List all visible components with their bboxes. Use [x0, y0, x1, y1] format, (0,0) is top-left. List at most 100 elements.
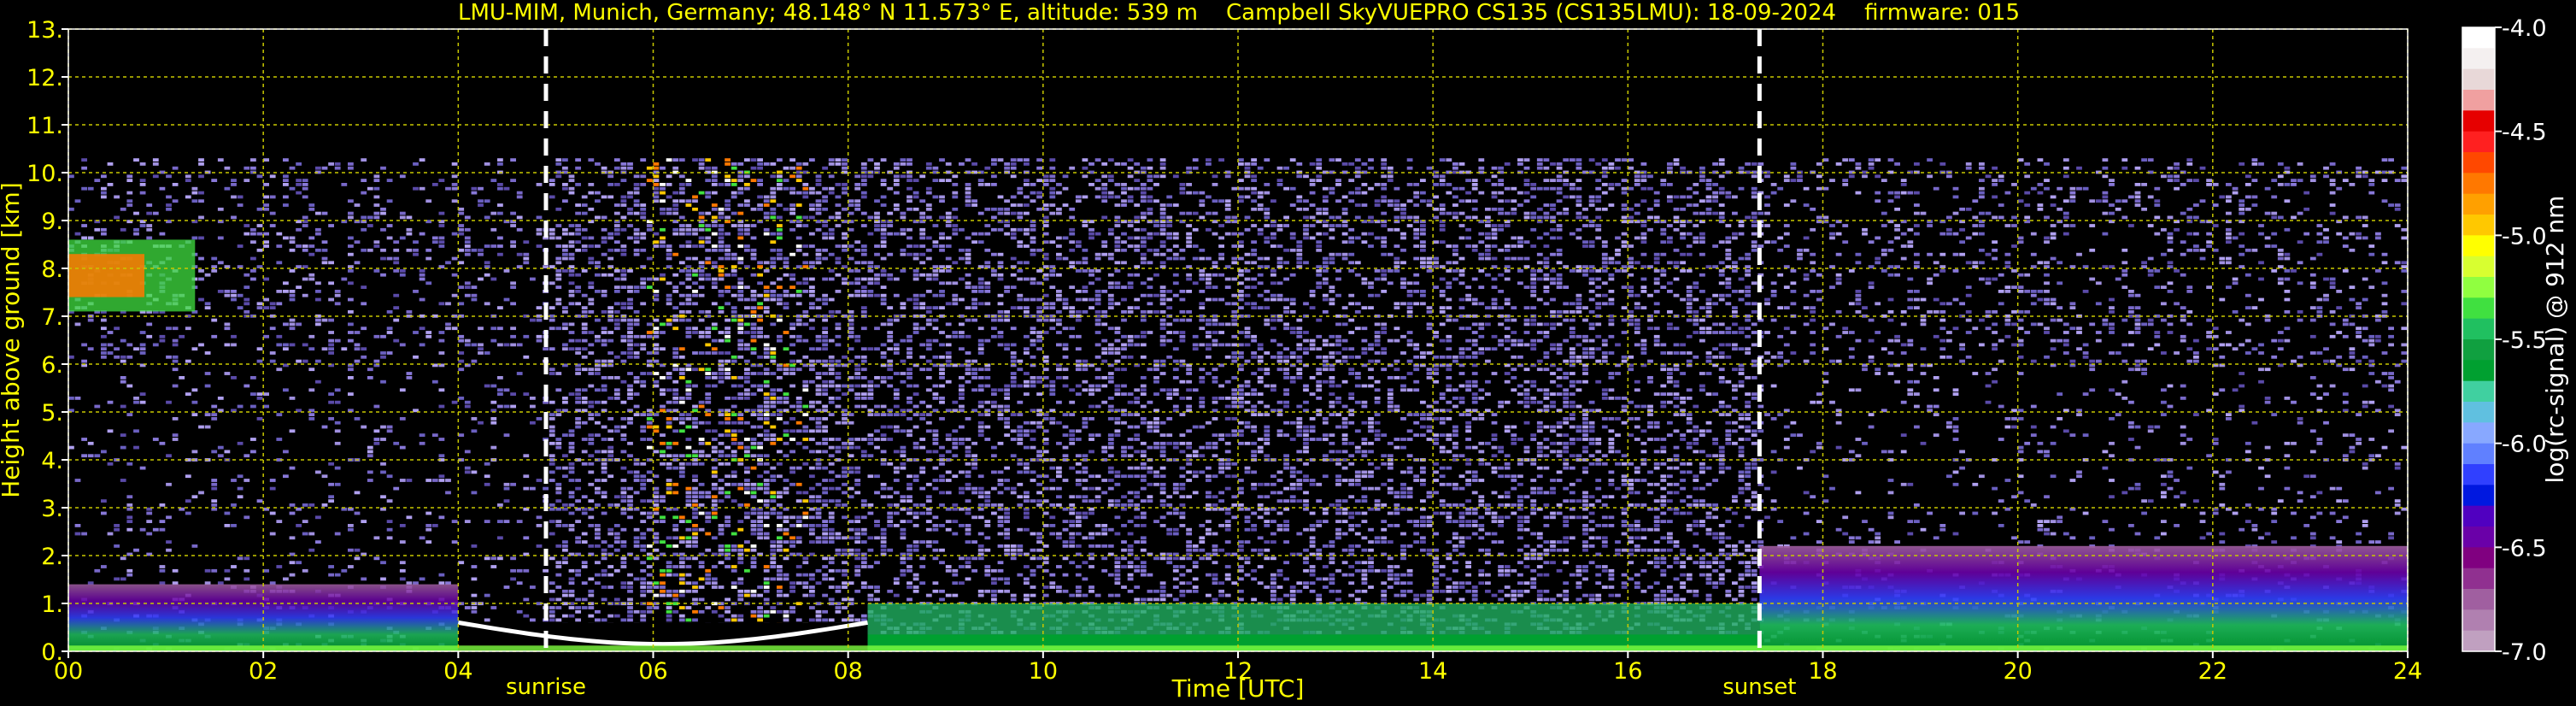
noise-pixel — [685, 368, 692, 372]
noise-pixel — [822, 343, 828, 347]
noise-pixel — [114, 195, 120, 199]
noise-pixel — [678, 224, 685, 227]
noise-pixel — [893, 413, 900, 416]
noise-pixel — [640, 372, 647, 375]
noise-pixel — [217, 158, 224, 162]
noise-pixel — [848, 520, 854, 523]
noise-pixel — [692, 207, 698, 211]
noise-pixel — [224, 166, 231, 170]
noise-pixel — [880, 183, 887, 186]
noise-pixel — [725, 376, 731, 379]
noise-pixel — [932, 429, 939, 433]
noise-pixel — [815, 400, 822, 404]
noise-pixel — [490, 179, 497, 182]
noise-pixel — [367, 186, 373, 191]
noise-pixel — [380, 334, 386, 338]
noise-pixel — [777, 183, 783, 186]
noise-pixel — [835, 421, 842, 425]
noise-pixel — [835, 372, 842, 375]
noise-pixel — [991, 577, 997, 581]
noise-pixel — [809, 359, 815, 363]
noise-pixel — [250, 227, 256, 232]
noise-pixel — [620, 556, 627, 561]
noise-pixel — [952, 429, 959, 433]
noise-pixel — [750, 548, 757, 552]
noise-pixel — [1062, 174, 1069, 179]
noise-pixel — [575, 568, 581, 573]
noise-pixel — [1049, 269, 1056, 273]
noise-pixel — [678, 421, 685, 425]
noise-pixel — [842, 474, 848, 479]
noise-pixel — [965, 474, 971, 479]
noise-pixel — [925, 290, 932, 293]
noise-pixel — [770, 293, 777, 297]
noise-pixel — [581, 388, 588, 392]
noise-pixel — [900, 532, 907, 536]
noise-pixel — [302, 215, 308, 220]
noise-pixel — [315, 318, 321, 322]
noise-pixel — [627, 515, 633, 520]
noise-pixel — [959, 556, 965, 561]
noise-pixel — [867, 441, 874, 445]
noise-pixel — [795, 248, 802, 252]
noise-pixel — [1042, 240, 1049, 244]
noise-pixel — [562, 474, 568, 479]
noise-pixel — [595, 581, 601, 585]
noise-pixel — [328, 331, 334, 334]
noise-pixel — [269, 479, 276, 482]
noise-pixel — [660, 388, 666, 392]
noise-pixel — [997, 331, 1004, 334]
noise-pixel — [971, 318, 977, 322]
noise-pixel — [945, 236, 952, 240]
noise-pixel — [860, 277, 867, 281]
noise-pixel — [737, 293, 744, 297]
noise-pixel — [711, 232, 718, 236]
noise-pixel — [815, 227, 822, 232]
noise-pixel — [822, 338, 828, 343]
noise-pixel — [783, 618, 789, 622]
noise-pixel — [900, 495, 907, 499]
noise-pixel — [835, 548, 842, 552]
noise-pixel — [925, 404, 932, 409]
noise-pixel — [802, 252, 809, 256]
noise-pixel — [971, 302, 977, 306]
noise-pixel — [725, 417, 731, 421]
noise-pixel — [711, 515, 718, 520]
noise-pixel — [627, 573, 633, 577]
noise-pixel — [660, 183, 666, 186]
noise-pixel — [1030, 297, 1036, 302]
noise-pixel — [588, 454, 595, 458]
noise-pixel — [977, 556, 984, 561]
noise-pixel — [822, 593, 828, 597]
noise-pixel — [620, 499, 627, 503]
noise-pixel — [380, 577, 386, 581]
noise-pixel — [172, 327, 179, 331]
noise-pixel — [672, 597, 679, 602]
noise-pixel — [159, 568, 166, 573]
noise-pixel — [763, 368, 770, 372]
noise-pixel — [744, 482, 750, 486]
noise-pixel — [114, 524, 120, 527]
noise-pixel — [633, 186, 640, 191]
noise-pixel — [919, 413, 926, 416]
noise-pixel — [835, 404, 842, 409]
noise-pixel — [711, 470, 718, 474]
noise-pixel — [783, 609, 789, 614]
noise-pixel — [1042, 585, 1049, 589]
noise-pixel — [159, 441, 166, 445]
noise-pixel — [204, 568, 211, 573]
noise-pixel — [419, 577, 425, 581]
noise-pixel — [581, 438, 588, 441]
noise-pixel — [925, 207, 932, 211]
noise-pixel — [289, 343, 296, 347]
noise-pixel — [1030, 199, 1036, 203]
noise-pixel — [283, 195, 289, 199]
noise-pixel — [698, 285, 705, 289]
noise-pixel — [860, 438, 867, 441]
noise-pixel — [471, 577, 478, 581]
noise-pixel — [672, 544, 679, 548]
noise-pixel — [640, 486, 647, 491]
noise-pixel — [789, 609, 795, 614]
noise-pixel — [1017, 462, 1024, 466]
noise-pixel — [860, 384, 867, 388]
